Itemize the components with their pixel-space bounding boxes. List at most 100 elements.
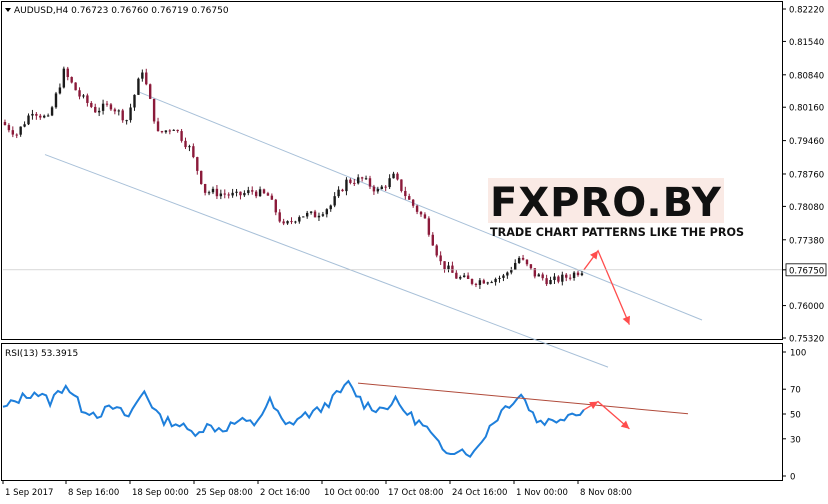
price-panel-frame [1, 1, 783, 340]
candle-body [572, 272, 576, 279]
current-price-label: 0.76750 [789, 266, 824, 276]
time-tick-label: 17 Oct 08:00 [388, 488, 443, 498]
candle-body [376, 189, 380, 192]
candle-body [31, 113, 34, 116]
candle-body [537, 274, 540, 277]
candle-body [533, 268, 537, 277]
candle-body [90, 102, 93, 107]
candle-body [247, 190, 250, 194]
candle-body [294, 221, 297, 223]
candle-body [262, 189, 266, 194]
candle-body [345, 179, 348, 192]
candle-body [152, 98, 156, 122]
candle-body [266, 193, 270, 196]
price-tick-label: 0.79460 [789, 137, 824, 147]
candle-body [78, 90, 81, 97]
candle-body [188, 146, 191, 148]
candle-body [243, 193, 246, 196]
candle-body [133, 94, 136, 108]
candle-body [23, 124, 26, 127]
candle-body [435, 245, 438, 256]
candle-body [380, 186, 383, 190]
candle-body [203, 183, 207, 193]
candle-body [486, 282, 489, 284]
candle-body [494, 278, 497, 283]
candle-body [141, 72, 144, 79]
candle-body [459, 277, 462, 279]
candle-body [231, 192, 234, 196]
candle-body [514, 263, 517, 270]
candle-body [451, 265, 454, 273]
candle-body [447, 265, 450, 270]
candle-body [455, 272, 458, 279]
candle-body [156, 121, 160, 132]
candle-body [274, 199, 277, 213]
candle-body [215, 188, 219, 197]
candle-body [408, 196, 411, 200]
candle-body [557, 276, 560, 282]
candle-body [313, 211, 317, 218]
time-tick-label: 24 Oct 16:00 [452, 488, 507, 498]
candle-body [388, 178, 391, 188]
candle-body [474, 283, 478, 285]
candle-body [517, 257, 521, 264]
candle-body [282, 221, 285, 224]
time-tick-label: 1 Sep 2017 [5, 488, 53, 498]
symbol-dropdown-icon[interactable] [5, 8, 11, 12]
price-tick-label: 0.80840 [789, 71, 824, 81]
candle-body [482, 280, 486, 284]
candle-body [286, 221, 289, 224]
candle-body [117, 110, 120, 112]
time-tick-label: 18 Sep 00:00 [132, 488, 189, 498]
rsi-trendline [357, 382, 689, 415]
time-tick-label: 8 Sep 16:00 [68, 488, 119, 498]
candle-body [207, 192, 211, 194]
candle-body [431, 234, 434, 246]
candle-body [502, 275, 505, 278]
candle-body [176, 129, 179, 132]
price-tick-label: 0.81540 [789, 38, 824, 48]
candle-body [353, 182, 356, 184]
candle-body [148, 84, 152, 99]
candle-body [15, 134, 18, 136]
candle-body [317, 215, 321, 218]
price-tick-label: 0.78760 [789, 170, 824, 180]
candle-body [490, 282, 493, 284]
candle-body [54, 93, 58, 108]
candle-body [541, 274, 544, 279]
candle-body [439, 255, 442, 262]
candle-body [329, 205, 332, 210]
candle-body [411, 199, 415, 206]
candle-body [74, 82, 77, 91]
candle-body [211, 188, 215, 193]
candle-body [50, 107, 54, 116]
candle-body [43, 115, 46, 118]
candle-body [11, 130, 15, 135]
candle-body [568, 277, 572, 279]
candle-body [82, 95, 85, 97]
rsi-indicator [2, 379, 689, 459]
rsi-tick-label: 50 [790, 411, 801, 421]
candle-body [66, 68, 69, 78]
candle-body [46, 115, 50, 117]
candle-body [180, 131, 183, 141]
candle-body [506, 272, 509, 276]
candle-body [478, 280, 482, 285]
candle-body [196, 157, 199, 171]
candle-body [239, 191, 242, 196]
candle-body [109, 104, 113, 110]
candle-body [70, 77, 73, 83]
rsi-line [2, 379, 585, 459]
candle-body [529, 264, 533, 269]
candle-body [251, 190, 254, 192]
candle-body [62, 68, 66, 88]
price-tick-label: 0.80160 [789, 104, 824, 114]
candle-body [337, 189, 340, 197]
candle-body [525, 259, 529, 265]
candle-body [561, 274, 564, 282]
rsi-axis: 100 70 50 30 0 [782, 349, 806, 483]
candle-body [549, 280, 552, 285]
candle-body [427, 218, 431, 235]
candle-body [372, 186, 376, 192]
candle-body [309, 211, 313, 213]
